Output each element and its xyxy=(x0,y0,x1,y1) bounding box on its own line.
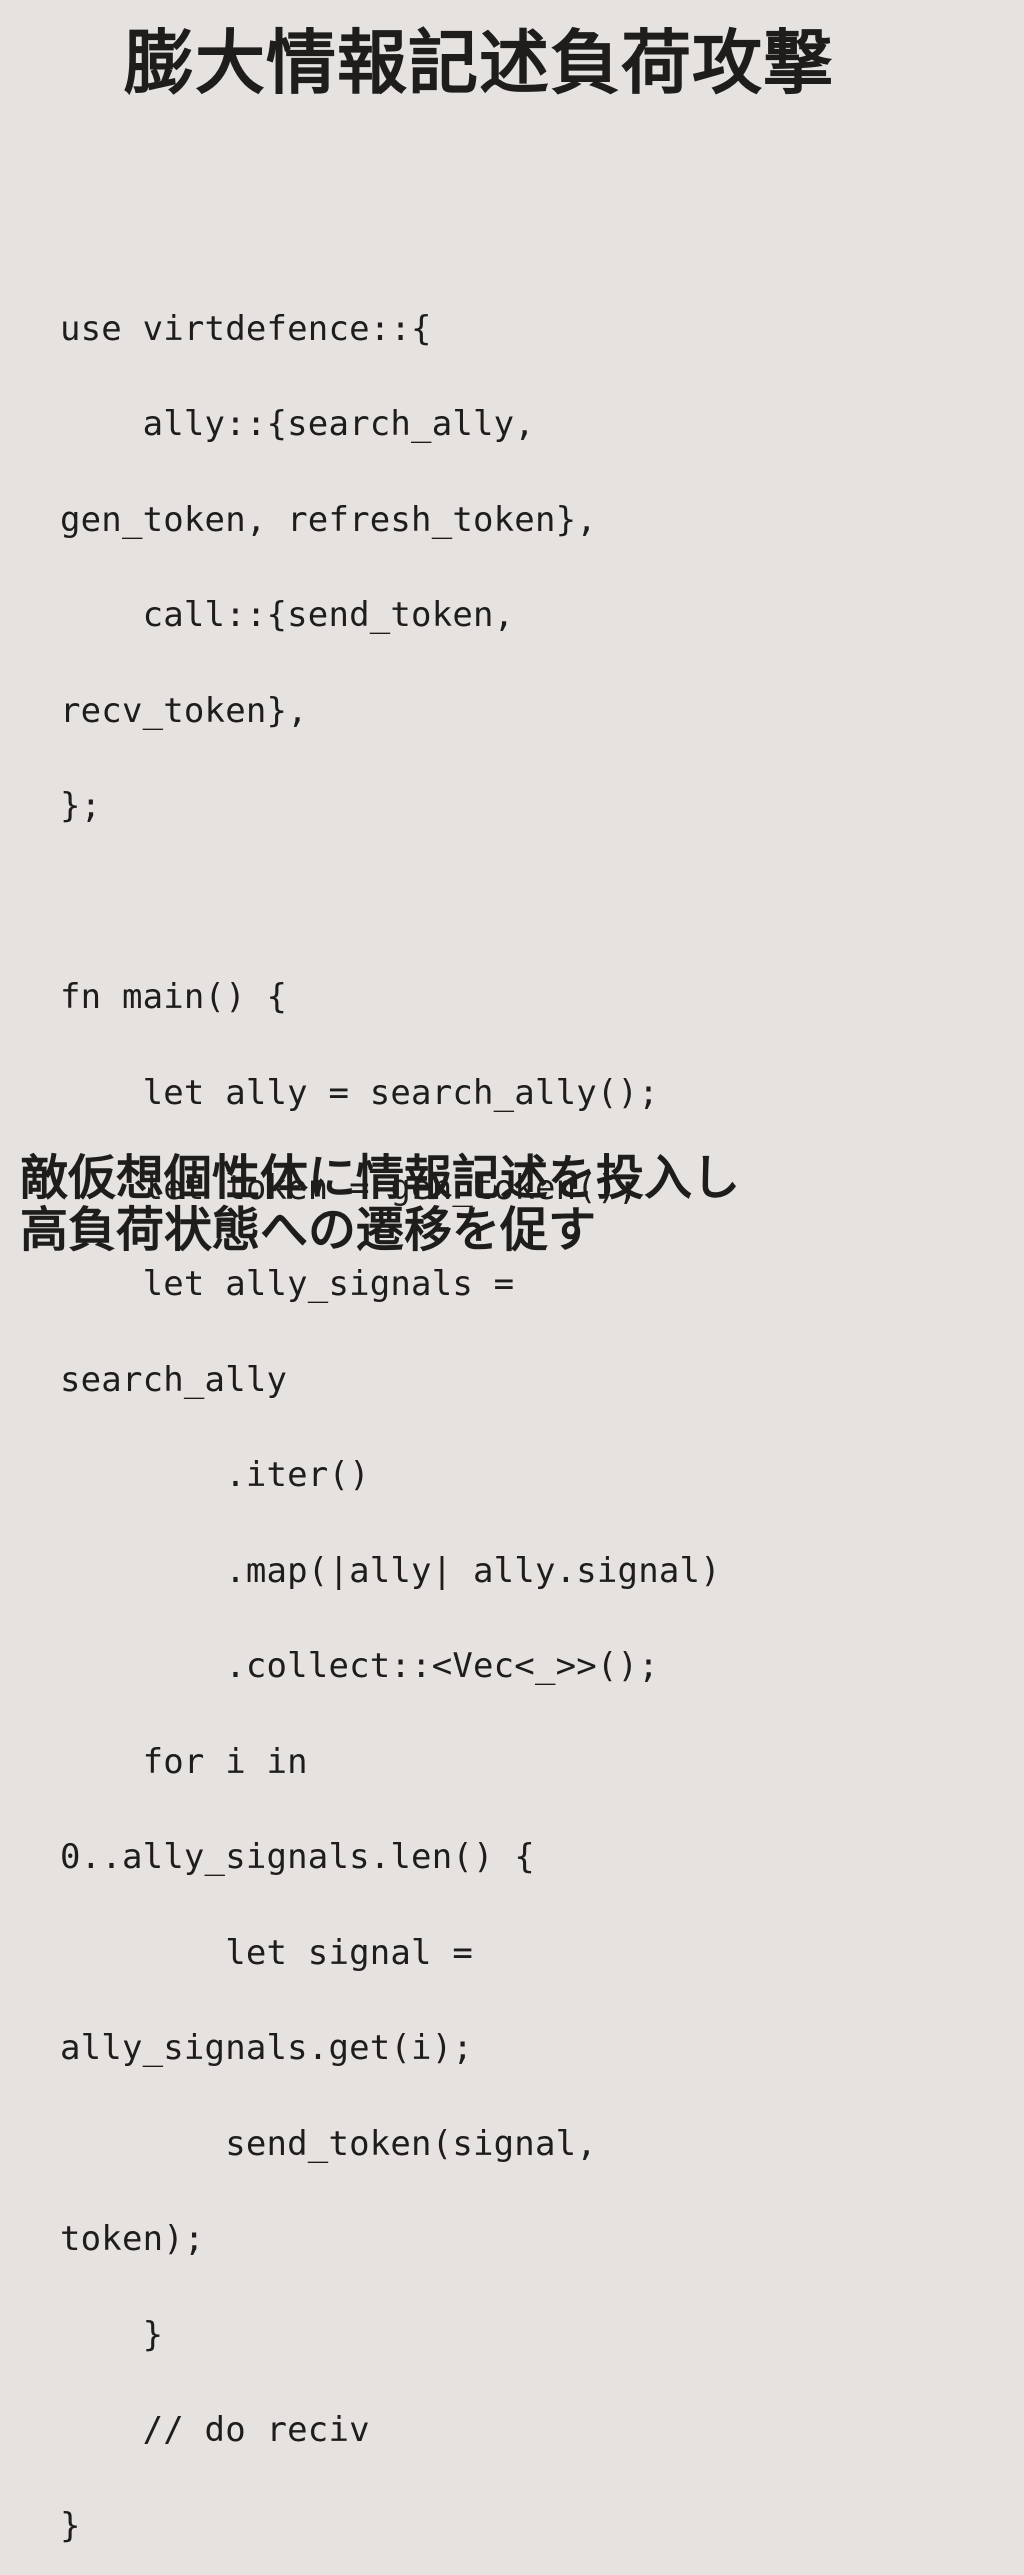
code-line: for i in xyxy=(60,1741,308,1782)
caption-line: 高負荷状態への遷移を促す xyxy=(20,1202,597,1258)
code-line: .collect::<Vec<_>>(); xyxy=(60,1646,659,1687)
code-line: ally_signals.get(i); xyxy=(60,2028,473,2069)
code-line: call::{send_token, xyxy=(60,595,515,636)
caption-line: 敵仮想個性体に情報記述を投入し xyxy=(20,1150,741,1206)
code-line: } xyxy=(60,2314,164,2355)
code-line: ally::{search_ally, xyxy=(60,404,535,445)
code-line: let ally_signals = xyxy=(60,1264,515,1304)
code-line: use virtdefence::{ xyxy=(60,308,432,349)
code-line: search_ally xyxy=(60,1359,288,1400)
code-line: .map(|ally| ally.signal) xyxy=(60,1550,721,1591)
code-line: fn main() { xyxy=(60,977,288,1018)
code-line: 0..ally_signals.len() { xyxy=(60,1837,535,1878)
code-line: send_token(signal, xyxy=(60,2123,597,2164)
code-line: }; xyxy=(60,786,102,827)
caption: 敵仮想個性体に情報記述を投入し 高負荷状態への遷移を促す xyxy=(20,1152,980,1256)
code-block: use virtdefence::{ ally::{search_ally, g… xyxy=(60,250,960,2575)
code-line: gen_token, refresh_token}, xyxy=(60,499,597,540)
page: { "title": "膨大情報記述負荷攻撃", "code_lines": [… xyxy=(0,0,1024,2543)
page-title: 膨大情報記述負荷攻撃 xyxy=(124,22,834,104)
code-line: token); xyxy=(60,2219,205,2260)
code-line: } xyxy=(60,2505,81,2546)
code-line: // do reciv xyxy=(60,2410,370,2451)
code-line: recv_token}, xyxy=(60,690,308,731)
code-line: .iter() xyxy=(60,1455,370,1496)
code-line: let ally = search_ally(); xyxy=(60,1072,659,1113)
code-line: let signal = xyxy=(60,1932,473,1973)
